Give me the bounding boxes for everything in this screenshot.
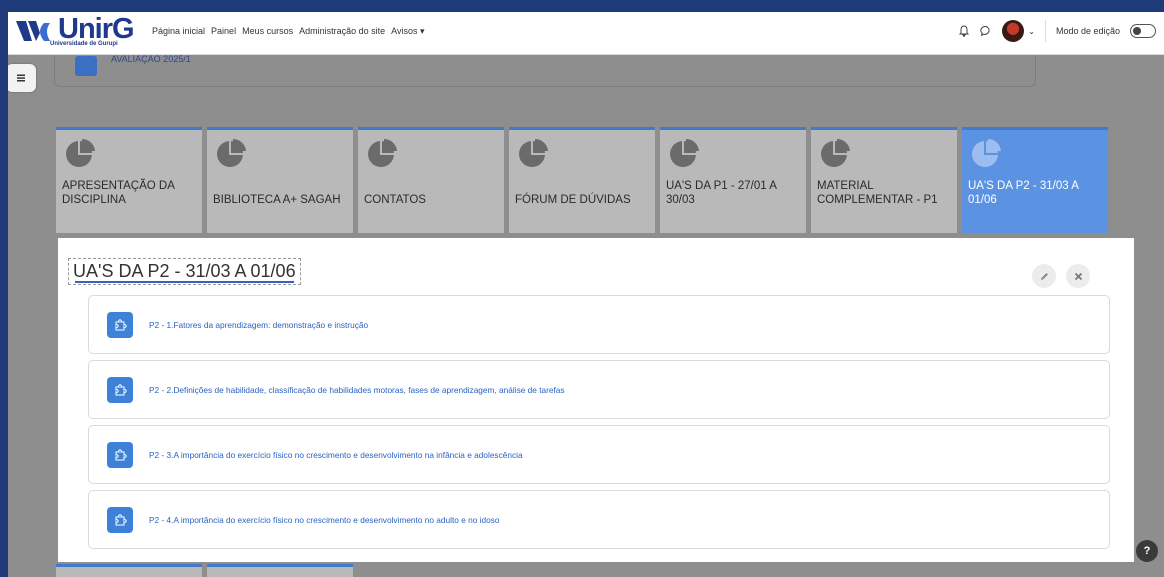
primary-nav: Página inicial Painel Meus cursos Admini… [152,26,425,37]
pie-chart-icon [821,138,850,167]
help-icon: ? [1143,545,1151,557]
logo-mark-icon [16,21,50,41]
course-page: AVALIAÇÃO 2025/1 UnirG Universidade de G… [8,12,1164,577]
close-section-button[interactable] [1066,264,1090,288]
tile-forum[interactable]: FÓRUM DE DÚVIDAS [509,127,655,233]
tile-label: UA'S DA P1 - 27/01 A 30/03 [666,180,777,206]
pie-chart-icon [66,138,95,167]
tile-label: MATERIAL COMPLEMENTAR - P1 [817,180,938,206]
tile-row2-2[interactable] [207,564,353,577]
pencil-icon [1040,272,1048,280]
tile-label: APRESENTAÇÃO DA DISCIPLINA [62,180,175,206]
nav-home[interactable]: Página inicial [152,26,205,37]
window-frame-left [0,0,8,577]
nav-site-admin[interactable]: Administração do site [299,26,385,37]
tile-contatos[interactable]: CONTATOS [358,127,504,233]
chevron-down-icon: ⌄ [1028,26,1035,36]
section-tiles: APRESENTAÇÃO DA DISCIPLINA BIBLIOTECA A+… [56,127,1108,233]
nav-my-courses[interactable]: Meus cursos [242,26,293,37]
user-menu[interactable]: ⌄ [1002,20,1035,42]
edit-mode-label: Modo de edição [1055,26,1120,36]
nav-divider [1044,20,1046,42]
list-item[interactable]: P2 - 2.Definições de habilidade, classif… [88,360,1110,419]
tile-label: CONTATOS [364,194,426,206]
puzzle-icon [107,442,133,468]
previous-section-label[interactable]: AVALIAÇÃO 2025/1 [111,54,191,64]
close-icon [1074,272,1082,280]
tile-label: FÓRUM DE DÚVIDAS [515,194,631,206]
tile-biblioteca[interactable]: BIBLIOTECA A+ SAGAH [207,127,353,233]
pie-chart-icon [519,138,548,167]
activity-link[interactable]: P2 - 2.Definições de habilidade, classif… [149,385,565,395]
tile-label: UA'S DA P2 - 31/03 A 01/06 [968,180,1079,206]
avatar[interactable] [1002,20,1025,42]
nav-notices[interactable]: Avisos ▾ [391,26,424,37]
tile-row2-1[interactable] [56,564,202,577]
pie-chart-icon [368,138,397,167]
tile-uas-p1[interactable]: UA'S DA P1 - 27/01 A 30/03 [660,127,806,233]
puzzle-icon [107,377,133,403]
nav-right-tools: ⌄ Modo de edição [958,20,1156,42]
edit-mode-toggle[interactable] [1130,24,1156,38]
pie-chart-icon [217,138,246,167]
tile-label: BIBLIOTECA A+ SAGAH [213,194,341,206]
edit-section-button[interactable] [1032,264,1056,288]
activity-link[interactable]: P2 - 1.Fatores da aprendizagem: demonstr… [149,320,368,330]
brand-subtitle: Universidade de Gurupi [50,41,118,47]
help-button[interactable]: ? [1136,540,1158,562]
tile-apresentacao[interactable]: APRESENTAÇÃO DA DISCIPLINA [56,127,202,233]
nav-dashboard[interactable]: Painel [211,26,236,37]
activity-link[interactable]: P2 - 3.A importância do exercício físico… [149,450,523,460]
drawer-icon [17,74,25,82]
tile-uas-p2[interactable]: UA'S DA P2 - 31/03 A 01/06 [962,127,1108,233]
pie-chart-icon [972,138,1001,167]
list-item[interactable]: P2 - 1.Fatores da aprendizagem: demonstr… [88,295,1110,354]
window-frame-top [0,0,1164,12]
pie-chart-icon [670,138,699,167]
chat-icon[interactable] [980,25,992,37]
top-navbar: UnirG Universidade de Gurupi Página inic… [8,12,1164,55]
activity-link[interactable]: P2 - 4.A importância do exercício físico… [149,515,500,525]
section-title[interactable]: UA'S DA P2 - 31/03 A 01/06 [68,258,301,285]
list-item[interactable]: P2 - 4.A importância do exercício físico… [88,490,1110,549]
bell-icon[interactable] [958,25,970,37]
course-index-drawer-button[interactable] [8,64,36,92]
list-item[interactable]: P2 - 3.A importância do exercício físico… [88,425,1110,484]
unirg-logo[interactable]: UnirG Universidade de Gurupi [14,13,142,51]
puzzle-icon [107,507,133,533]
quiz-icon [75,56,97,76]
section-tiles-row-2 [56,564,353,577]
puzzle-icon [107,312,133,338]
section-panel: UA'S DA P2 - 31/03 A 01/06 P2 - 1.Fatore… [58,238,1134,562]
activity-list: P2 - 1.Fatores da aprendizagem: demonstr… [88,295,1110,555]
tile-material-complementar[interactable]: MATERIAL COMPLEMENTAR - P1 [811,127,957,233]
